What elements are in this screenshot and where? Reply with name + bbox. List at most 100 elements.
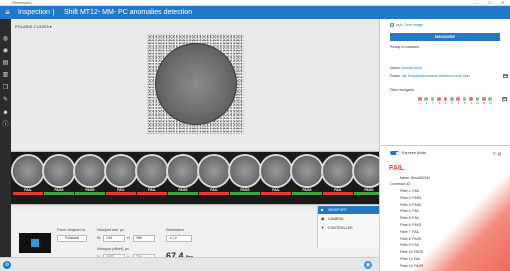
fiber-nav-dot[interactable] — [450, 97, 454, 101]
measure-button[interactable]: MEASURE — [390, 33, 500, 41]
live-view-icon[interactable]: ◉ — [364, 261, 372, 269]
fiber-result-row: Fiber 11: FAIL — [400, 257, 422, 261]
fiber-nav-dot[interactable] — [475, 97, 480, 101]
fiber-endface-image[interactable] — [147, 34, 244, 134]
navigator-folder-icon[interactable] — [502, 97, 507, 101]
fiber-nav-dot[interactable] — [482, 97, 486, 101]
fiber-result-row: Fiber 5: FAIL — [400, 216, 420, 221]
fullsized-button[interactable]: Fullsized — [57, 235, 87, 242]
radio-icon — [390, 23, 394, 28]
fiber-result-row: Fiber 8: PASS — [400, 236, 422, 241]
fiber-nav-dot[interactable] — [430, 97, 435, 101]
fiber-status-bar — [230, 192, 260, 195]
fiber-nav-dot[interactable] — [424, 97, 428, 101]
app-header: ≡ Inspection Shift MT12- MM- PC anomalie… — [0, 6, 510, 19]
tab-controller[interactable]: ✦ CONTROLLER — [318, 224, 380, 232]
tab-viewport[interactable]: ■ VIEWPORT — [318, 206, 380, 214]
users-icon[interactable]: ☻ — [2, 110, 9, 117]
fiber-result-row: Fiber 3: PASS — [400, 202, 422, 207]
viewport-height-input[interactable]: 166 — [133, 235, 155, 242]
fiber-thumbnail[interactable] — [13, 156, 43, 186]
external-link-icon[interactable]: ⇱ ▤ — [493, 151, 501, 156]
auto-tone-label: Auto Tone Image — [396, 23, 424, 27]
settings-icon[interactable]: ⚙ — [3, 261, 11, 269]
viewport-offset-label: Viewport (offset), px — [97, 247, 129, 251]
h-label: H — [127, 236, 130, 240]
fiber-status-bar — [354, 192, 379, 195]
fiber-thumbnail[interactable] — [137, 156, 167, 186]
folder-value[interactable]: My Results/Anomalies detection multi fib… — [402, 74, 470, 78]
fiber-nav-dot[interactable] — [437, 97, 441, 101]
fiber-thumbnail[interactable] — [44, 156, 74, 186]
decimation-select[interactable]: 1:1 ▾ — [166, 235, 192, 242]
fiber-nav-dot[interactable] — [418, 97, 422, 101]
toggle-switch-icon — [390, 151, 399, 155]
minimap-viewport-indicator[interactable] — [31, 239, 39, 247]
force-viewport-label: Force viewport to: — [57, 228, 86, 232]
hamburger-icon[interactable]: ≡ — [3, 8, 12, 17]
fiber-nav-number: 1 — [419, 102, 421, 105]
view-tabs: ■ VIEWPORT ◉ CAMERA ✦ CONTROLLER — [317, 206, 380, 248]
chart-icon[interactable]: ▥ — [2, 72, 9, 79]
fiber-thumbnail[interactable] — [168, 156, 198, 186]
fiber-nav-dot[interactable] — [469, 97, 473, 101]
fiber-status-bar — [75, 192, 105, 195]
fiber-status-bar — [137, 192, 167, 195]
fiber-result-row: Fiber 1: FAIL — [400, 189, 420, 193]
fiber-thumbnail[interactable] — [75, 156, 105, 186]
fiber-nav-number: 11 — [482, 102, 486, 105]
fiber-result-row: Fiber 7: FAIL — [400, 229, 420, 234]
fiber-status-bar — [106, 192, 136, 195]
folder-icon[interactable] — [503, 74, 508, 78]
fiber-result-row: Fiber 12: PASS — [400, 263, 424, 268]
fiber-thumbnail[interactable] — [323, 156, 353, 186]
globe-icon[interactable]: ◍ — [2, 36, 9, 43]
decimation-label: Decimation — [166, 228, 184, 232]
fiber-navigator: 1 2 3 4 5 6 7 8 9 10 11 12 — [418, 97, 498, 109]
fiber-nav-dot[interactable] — [456, 97, 460, 101]
fiber-nav-number: 4 — [438, 102, 440, 105]
page-title: Shift MT12- MM- PC anomalies detection — [64, 9, 192, 16]
app-title: Inspection — [18, 9, 50, 16]
name-label: Name: — [390, 66, 401, 70]
viewport-icon: ■ — [321, 207, 324, 212]
fiber-thumbnail[interactable] — [354, 156, 379, 186]
fiber-nav-number: 8 — [464, 102, 466, 105]
fiber-thumbnail[interactable] — [199, 156, 229, 186]
connector-id-line: Connector ID: — [390, 182, 411, 186]
fiber-thumbnail[interactable] — [106, 156, 136, 186]
auto-tone-toggle[interactable]: Auto Tone Image — [390, 23, 424, 28]
fiber-nav-dot[interactable] — [488, 97, 492, 101]
panel-divider — [380, 145, 510, 146]
fiber-thumbnail[interactable] — [230, 156, 260, 186]
camera-icon[interactable]: ◉ — [2, 48, 9, 55]
folder-label: Folder: — [390, 74, 402, 78]
fiber-status-bar — [261, 192, 291, 195]
viewport-width-input[interactable]: 144 — [103, 235, 125, 242]
measure-status: Ready to measure — [390, 45, 420, 49]
fiber-nav-dot[interactable] — [443, 97, 448, 101]
fiber-status-bar — [323, 192, 353, 195]
fiber-nav-dot[interactable] — [462, 97, 467, 101]
name-value[interactable]: Result10040 — [402, 66, 422, 70]
viewport-minimap[interactable] — [19, 233, 51, 253]
express-mode-toggle[interactable]: Express Mode — [390, 151, 426, 155]
fiber-thumbnail[interactable] — [292, 156, 322, 186]
fiber-status-bar — [292, 192, 322, 195]
fiber-nav-number: 6 — [451, 102, 453, 105]
info-icon[interactable]: ⓘ — [2, 122, 9, 129]
fiber-nav-number: 7 — [457, 102, 460, 105]
fiber-status-bar — [199, 192, 229, 195]
probe-selector[interactable]: POLARIS 2 U1003 ▾ — [15, 24, 52, 29]
fiber-cladding — [155, 43, 237, 125]
fiber-nav-number: 2 — [425, 102, 428, 105]
fiber-status-bar — [44, 192, 74, 195]
fiber-thumbnail[interactable] — [261, 156, 291, 186]
document-icon[interactable]: ▤ — [2, 60, 9, 67]
tab-camera[interactable]: ◉ CAMERA — [318, 215, 380, 223]
viewport-size-label: Viewport size, px — [97, 228, 125, 232]
fiber-nav-number: 3 — [432, 102, 434, 105]
copy-icon[interactable]: ❐ — [2, 85, 9, 92]
wrench-icon[interactable]: ✎ — [2, 97, 9, 104]
fiber-core — [183, 70, 193, 80]
